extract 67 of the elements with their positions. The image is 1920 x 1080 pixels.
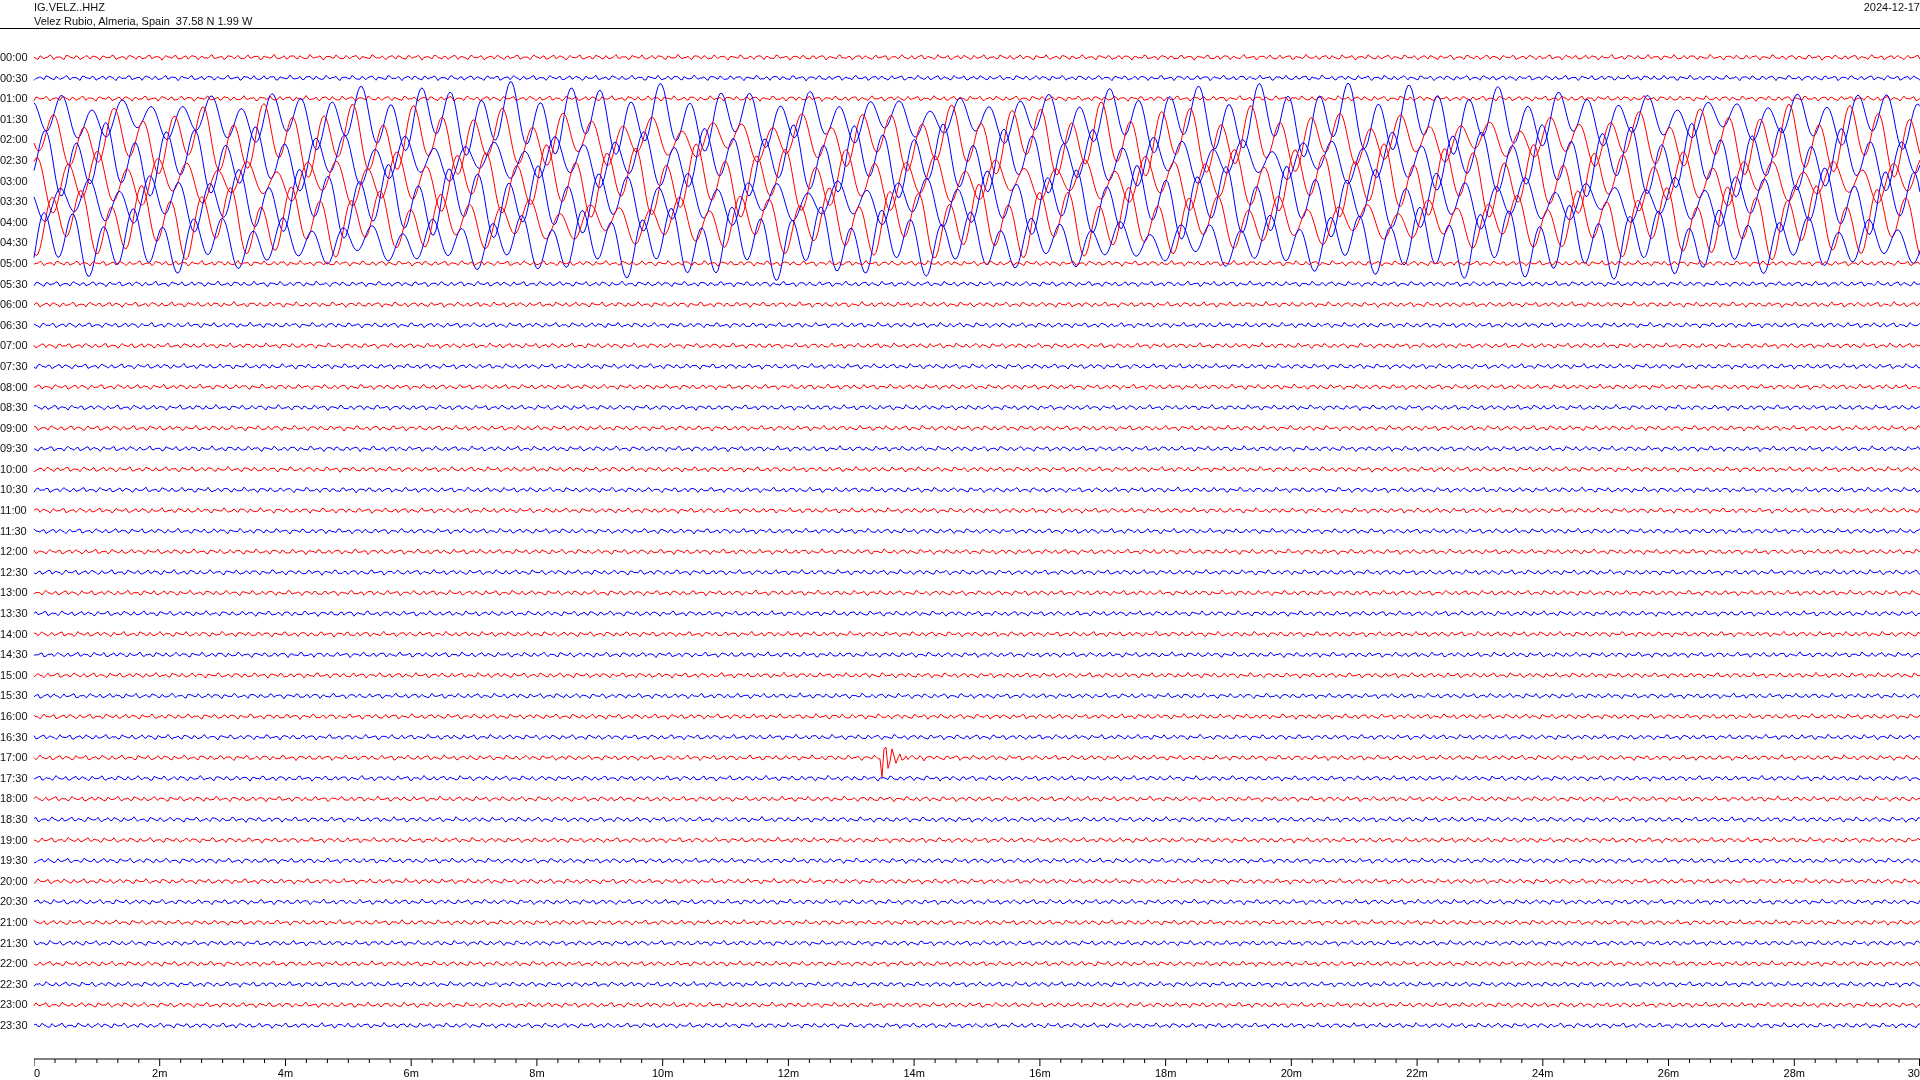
time-label: 04:30 [0, 235, 29, 251]
axis-label: 8m [529, 1066, 545, 1079]
time-label: 09:00 [0, 420, 29, 436]
time-label: 17:30 [0, 770, 29, 786]
time-label: 01:00 [0, 91, 29, 107]
time-label: 21:00 [0, 914, 29, 930]
time-label: 21:30 [0, 935, 29, 951]
time-label: 03:30 [0, 194, 29, 210]
time-label: 15:30 [0, 688, 29, 704]
axis-label: 12m [777, 1066, 800, 1079]
time-label: 23:30 [0, 1017, 29, 1033]
time-label: 13:30 [0, 606, 29, 622]
time-label: 00:00 [0, 50, 29, 65]
axis-label: 16m [1029, 1066, 1051, 1079]
axis-label: 18m [1154, 1066, 1177, 1079]
time-label: 01:30 [0, 111, 29, 127]
axis-label: 10m [651, 1066, 674, 1079]
time-label: 11:30 [0, 523, 28, 539]
axis-label: 14m [903, 1066, 925, 1079]
time-label: 02:00 [0, 132, 29, 148]
time-label: 12:00 [0, 544, 29, 560]
time-label: 22:00 [0, 956, 29, 972]
time-label: 23:00 [0, 997, 29, 1013]
time-label: 19:30 [0, 853, 29, 869]
time-label: 04:00 [0, 214, 29, 230]
time-label: 14:30 [0, 647, 29, 663]
time-label: 03:00 [0, 173, 29, 189]
time-label: 16:30 [0, 729, 29, 745]
time-label: 18:00 [0, 791, 29, 807]
axis-label: 0 [34, 1066, 41, 1079]
time-label: 09:30 [0, 441, 29, 457]
time-label: 00:30 [0, 70, 29, 86]
time-label: 18:30 [0, 811, 29, 827]
time-label: 07:30 [0, 358, 29, 374]
time-label: 19:00 [0, 832, 29, 848]
axis-label: 20m [1280, 1066, 1303, 1079]
axis-label: 30 [1907, 1066, 1920, 1079]
time-label: 14:00 [0, 626, 29, 642]
time-label: 07:00 [0, 338, 29, 354]
axis-label: 26m [1657, 1066, 1680, 1079]
time-label: 12:30 [0, 564, 29, 580]
time-label: 06:00 [0, 297, 29, 313]
time-label: 15:00 [0, 667, 29, 683]
axis-label: 2m [152, 1066, 168, 1079]
time-label: 11:00 [0, 503, 28, 519]
time-label: 16:00 [0, 709, 29, 724]
axis-label: 4m [277, 1066, 294, 1079]
time-label: 10:30 [0, 482, 29, 498]
record-date: 2024-12-17 [1863, 0, 1920, 15]
time-label: 05:00 [0, 255, 29, 271]
axis-label: 28m [1783, 1066, 1805, 1079]
station-code: IG.VELZ..HHZ [34, 0, 106, 14]
time-label: 20:30 [0, 894, 29, 910]
time-label: 08:30 [0, 400, 29, 416]
station-location: Velez Rubio, Almeria, Spain 37.58 N 1.99 W [34, 14, 253, 28]
time-label: 22:30 [0, 976, 29, 992]
time-label: 02:30 [0, 152, 29, 168]
axis-label: 22m [1406, 1066, 1428, 1079]
time-label: 20:00 [0, 873, 29, 889]
time-label: 10:00 [0, 461, 29, 477]
time-label: 17:00 [0, 750, 29, 766]
axis-label: 6m [403, 1066, 419, 1079]
time-label: 13:00 [0, 585, 29, 601]
time-label: 06:30 [0, 317, 29, 333]
time-label: 08:00 [0, 379, 29, 395]
time-label: 05:30 [0, 276, 29, 292]
axis-label: 24m [1532, 1066, 1554, 1079]
